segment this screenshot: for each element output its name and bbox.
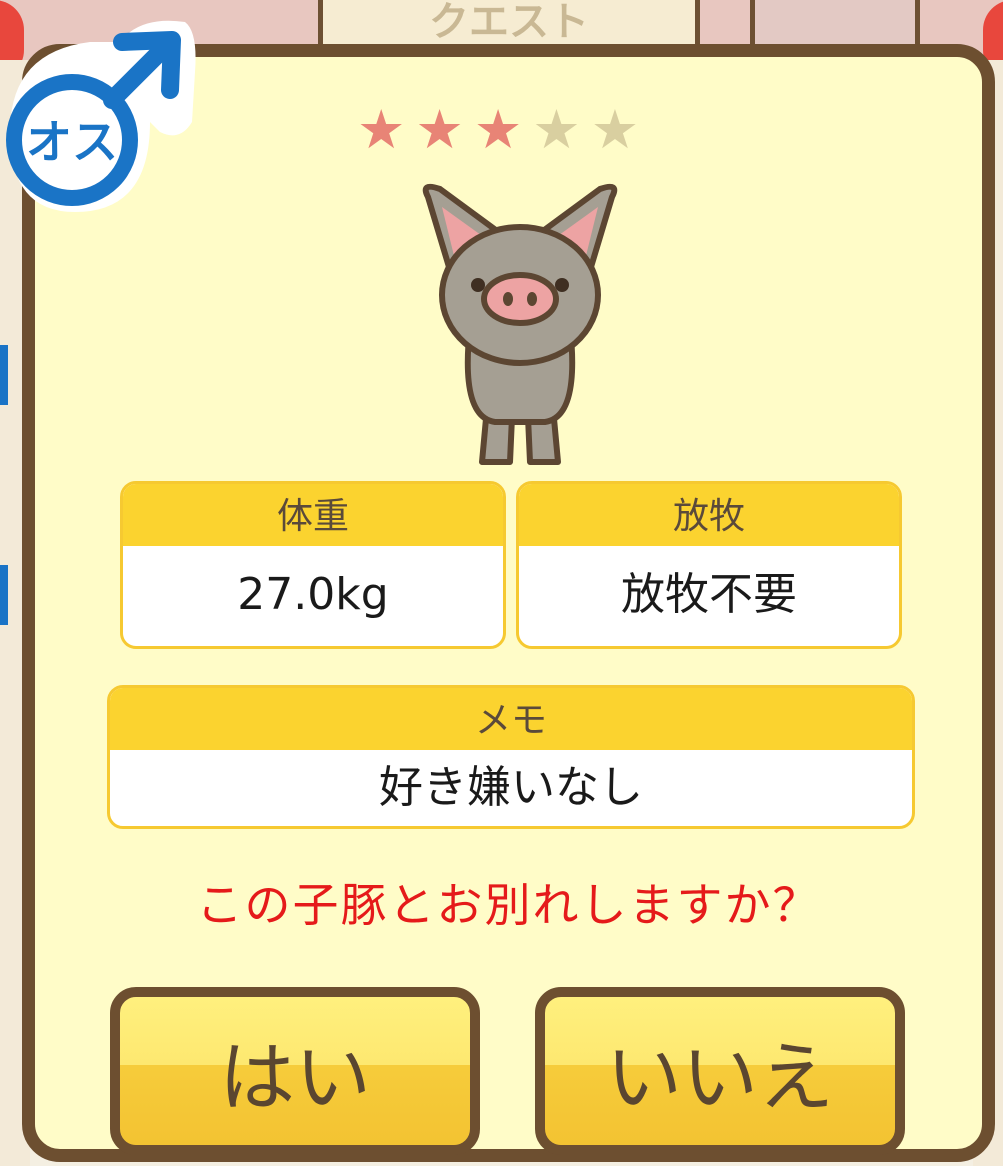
yes-button-label: はい	[219, 1033, 371, 1122]
grazing-box: 放牧 放牧不要	[516, 481, 902, 649]
background-right-panel	[750, 0, 920, 50]
weight-box: 体重 27.0kg	[120, 481, 506, 649]
male-symbol-icon: オス	[6, 20, 196, 212]
yes-button[interactable]: はい	[110, 987, 480, 1155]
gender-label: オス	[26, 115, 118, 169]
star-empty-icon: ★	[532, 98, 581, 161]
no-button[interactable]: いいえ	[535, 987, 905, 1155]
grazing-value: 放牧不要	[621, 569, 797, 620]
weight-value: 27.0kg	[237, 569, 389, 620]
memo-value: 好き嫌いなし	[379, 762, 643, 813]
piglet-image	[422, 183, 618, 465]
star-empty-icon: ★	[590, 98, 640, 161]
memo-box: メモ 好き嫌いなし	[107, 685, 915, 829]
weight-label: 体重	[123, 484, 503, 546]
no-button-label: いいえ	[606, 1033, 834, 1122]
star-icon: ★	[473, 98, 523, 161]
rating-stars: ★ ★ ★ ★ ★	[357, 103, 639, 157]
star-icon: ★	[357, 98, 406, 161]
background-blue-marker	[0, 565, 8, 625]
star-icon: ★	[415, 98, 464, 161]
memo-label: メモ	[110, 688, 912, 750]
background-blue-marker	[0, 345, 8, 405]
background-quest-button: クエスト	[318, 0, 700, 50]
farewell-question: この子豚とお別れしますか？	[196, 878, 821, 932]
grazing-label: 放牧	[519, 484, 899, 546]
